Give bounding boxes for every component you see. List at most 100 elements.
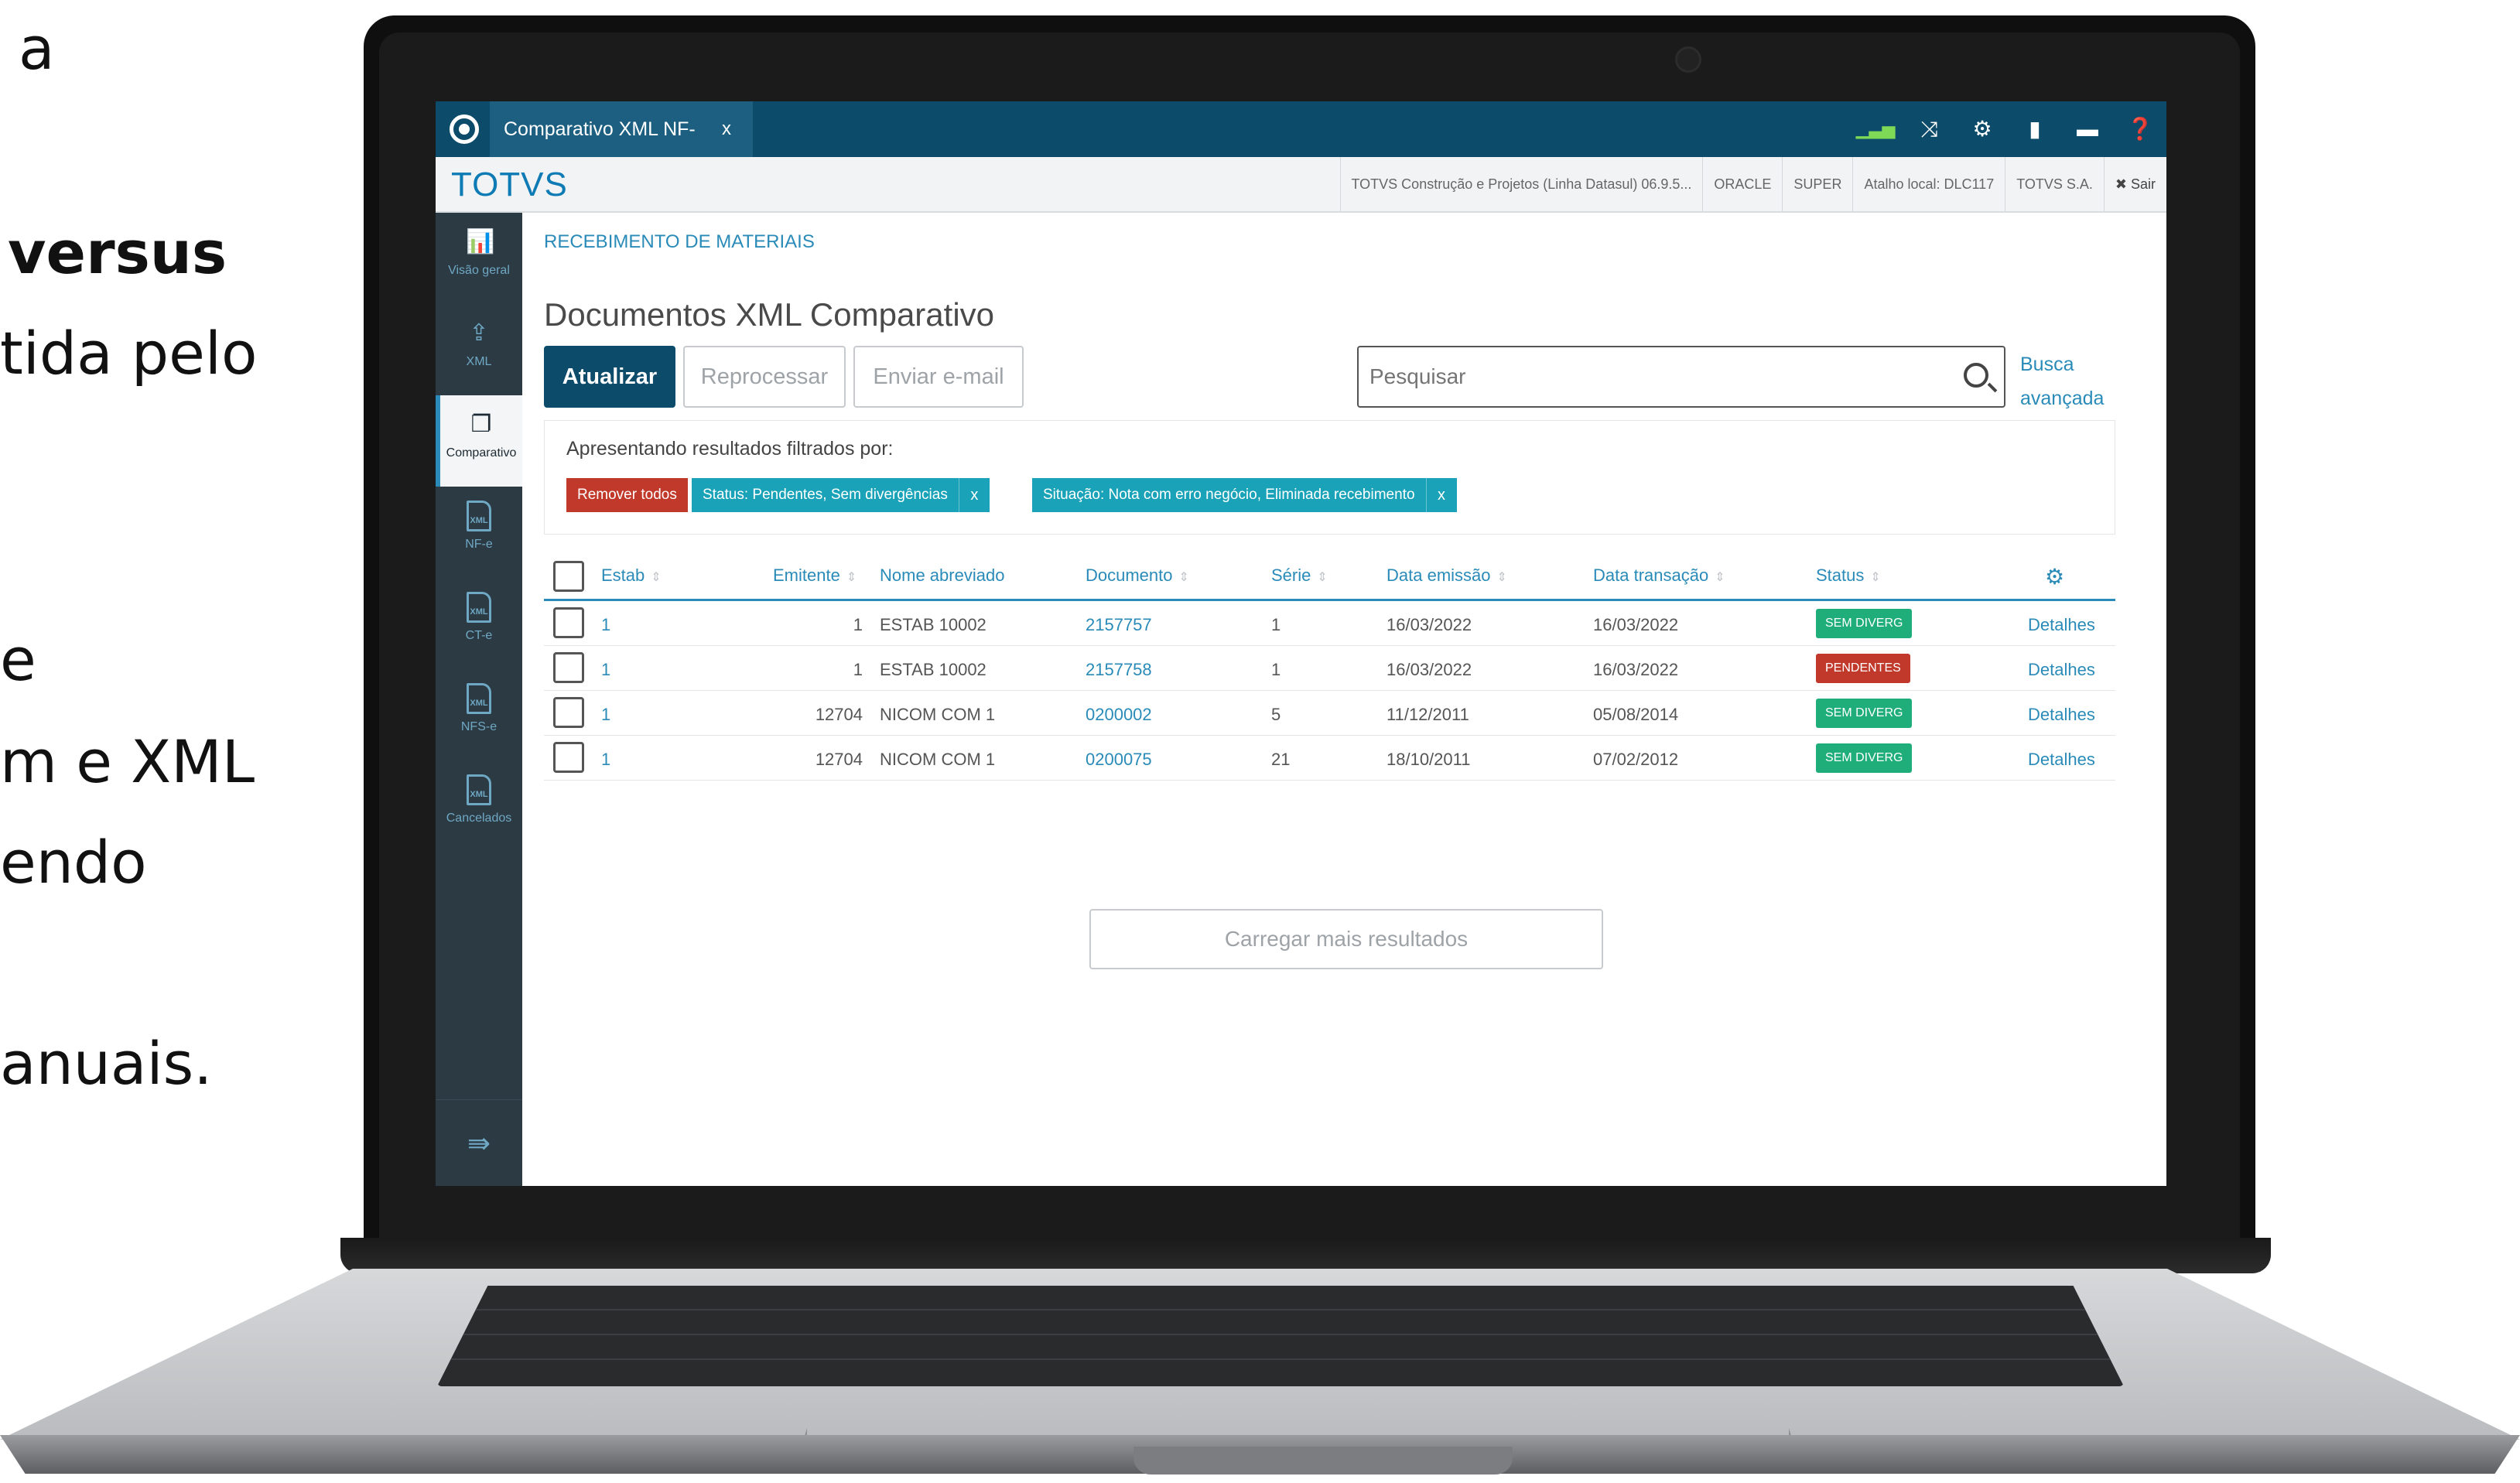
send-email-button[interactable]: Enviar e-mail <box>853 346 1024 408</box>
column-header-data-transacao[interactable]: Data transação ⇕ <box>1593 566 1725 586</box>
header-product[interactable]: TOTVS Construção e Projetos (Linha Datas… <box>1339 157 1703 211</box>
exit-button[interactable]: ✖ Sair <box>2103 157 2166 211</box>
cell-estab: 1 <box>601 750 611 769</box>
reprocess-button[interactable]: Reprocessar <box>683 346 846 408</box>
main-content: RECEBIMENTO DE MATERIAIS Documentos XML … <box>522 213 2166 1186</box>
cell-nome: NICOM COM 1 <box>880 750 996 769</box>
sidebar-item-comparativo[interactable]: ❐ Comparativo <box>436 395 522 487</box>
cell-documento-link[interactable]: 2157757 <box>1086 615 1152 635</box>
upload-document-icon: ⇪ <box>469 320 489 346</box>
cell-emitente: 1 <box>853 615 863 634</box>
sidebar-item-nfse[interactable]: XML NFS-e <box>436 669 522 760</box>
active-filters-panel: Apresentando resultados filtrados por: R… <box>544 420 2115 535</box>
advanced-search-link[interactable]: Busca avançada <box>2020 347 2105 415</box>
table-row[interactable]: 1 12704 NICOM COM 1 0200002 5 11/12/2011… <box>544 691 2115 736</box>
cell-estab: 1 <box>601 615 611 634</box>
row-checkbox[interactable] <box>553 607 584 638</box>
laptop-notch <box>1133 1447 1513 1474</box>
row-checkbox[interactable] <box>553 652 584 683</box>
side-nav: 📊 Visão geral ⇪ XML ❐ Comparativo XML NF… <box>436 213 522 1186</box>
header-context: TOTVS Construção e Projetos (Linha Datas… <box>1339 157 2167 211</box>
xml-document-icon: XML <box>467 683 491 714</box>
column-settings-gear-icon[interactable]: ⚙ <box>2045 564 2064 589</box>
column-header-documento[interactable]: Documento ⇕ <box>1086 566 1189 586</box>
row-checkbox[interactable] <box>553 742 584 773</box>
toolbar-icons: ▁▃▅ DI ⤨ ⚙ ▮ ▬ ❓ <box>1848 101 2166 194</box>
column-header-emitente[interactable]: Emitente ⇕ <box>773 566 857 586</box>
app-header: TOTVS TOTVS Construção e Projetos (Linha… <box>436 157 2166 213</box>
slide-text-line: a <box>19 14 55 83</box>
cell-data-transacao: 16/03/2022 <box>1593 660 1679 679</box>
header-user[interactable]: SUPER <box>1782 157 1852 211</box>
search-box <box>1357 346 2005 408</box>
refresh-button[interactable]: Atualizar <box>544 346 675 408</box>
details-link[interactable]: Detalhes <box>2028 750 2095 770</box>
filter-chip-label: Status: Pendentes, Sem divergências <box>703 487 948 503</box>
tab-close-icon[interactable]: x <box>722 101 731 157</box>
cell-documento-link[interactable]: 2157758 <box>1086 660 1152 680</box>
cell-nome: NICOM COM 1 <box>880 705 996 724</box>
cell-estab: 1 <box>601 705 611 724</box>
slide-text-line: e <box>0 625 36 694</box>
sidebar-item-cancelados[interactable]: XML Cancelados <box>436 760 522 852</box>
cell-nome: ESTAB 10002 <box>880 660 986 679</box>
sidebar-item-label: Visão geral <box>448 264 510 277</box>
cell-serie: 21 <box>1271 750 1291 769</box>
row-checkbox[interactable] <box>553 697 584 728</box>
cell-serie: 1 <box>1271 660 1281 679</box>
table-row[interactable]: 1 1 ESTAB 10002 2157758 1 16/03/2022 16/… <box>544 646 2115 691</box>
cell-data-transacao: 16/03/2022 <box>1593 615 1679 634</box>
tab-comparativo-xml[interactable]: Comparativo XML NF- x <box>490 101 753 157</box>
header-database[interactable]: ORACLE <box>1702 157 1782 211</box>
cell-documento-link[interactable]: 0200002 <box>1086 705 1152 725</box>
load-more-button[interactable]: Carregar mais resultados <box>1089 909 1603 969</box>
details-link[interactable]: Detalhes <box>2028 705 2095 725</box>
breadcrumb[interactable]: RECEBIMENTO DE MATERIAIS <box>544 231 815 253</box>
sidebar-item-cte[interactable]: XML CT-e <box>436 578 522 669</box>
table-row[interactable]: 1 1 ESTAB 10002 2157757 1 16/03/2022 16/… <box>544 601 2115 646</box>
sidebar-item-xml[interactable]: ⇪ XML <box>436 304 522 395</box>
sidebar-item-visao-geral[interactable]: 📊 Visão geral <box>436 213 522 304</box>
gear-icon[interactable]: ⚙ <box>1956 101 2009 157</box>
signal-icon[interactable]: ▁▃▅ DI <box>1848 101 1903 194</box>
filter-chip-label: Situação: Nota com erro negócio, Elimina… <box>1043 487 1415 503</box>
sidebar-item-label: Comparativo <box>446 446 517 460</box>
totvs-logo-icon[interactable] <box>450 114 479 144</box>
sidebar-item-nfe[interactable]: XML NF-e <box>436 487 522 578</box>
status-badge: PENDENTES <box>1816 654 1910 683</box>
collapse-menu-icon[interactable]: ⇛ <box>436 1099 522 1186</box>
help-icon[interactable]: ❓ <box>2114 101 2166 157</box>
search-input[interactable] <box>1369 347 1958 406</box>
filter-chip-situacao: Situação: Nota com erro negócio, Elimina… <box>1032 478 1457 512</box>
shuffle-icon[interactable]: ⤨ <box>1903 101 1956 157</box>
cell-estab: 1 <box>601 660 611 679</box>
details-link[interactable]: Detalhes <box>2028 615 2095 635</box>
remove-all-filters-button[interactable]: Remover todos <box>566 478 688 512</box>
header-shortcut[interactable]: Atalho local: DLC117 <box>1852 157 2005 211</box>
page-title: Documentos XML Comparativo <box>544 296 995 333</box>
cell-serie: 1 <box>1271 615 1281 634</box>
cell-data-emissao: 16/03/2022 <box>1387 615 1472 634</box>
sidebar-item-label: NF-e <box>465 538 493 551</box>
header-company[interactable]: TOTVS S.A. <box>2005 157 2104 211</box>
column-header-nome[interactable]: Nome abreviado <box>880 566 1004 586</box>
cell-documento-link[interactable]: 0200075 <box>1086 750 1152 770</box>
chat-icon[interactable]: ▬ <box>2061 101 2114 157</box>
remove-filter-icon[interactable]: x <box>1425 478 1457 512</box>
sidebar-item-label: CT-e <box>465 629 493 642</box>
select-all-checkbox[interactable] <box>553 561 584 592</box>
remove-filter-icon[interactable]: x <box>958 478 990 512</box>
column-header-serie[interactable]: Série ⇕ <box>1271 566 1328 586</box>
status-badge: SEM DIVERG <box>1816 609 1913 638</box>
cell-data-emissao: 11/12/2011 <box>1387 705 1469 724</box>
column-header-status[interactable]: Status ⇕ <box>1816 566 1881 586</box>
search-icon[interactable] <box>1964 363 1988 388</box>
document-icon[interactable]: ▮ <box>2009 101 2061 157</box>
column-header-estab[interactable]: Estab ⇕ <box>601 566 662 586</box>
column-header-data-emissao[interactable]: Data emissão ⇕ <box>1387 566 1507 586</box>
table-header: Estab ⇕ Emitente ⇕ Nome abreviado Document… <box>544 553 2115 601</box>
table-row[interactable]: 1 12704 NICOM COM 1 0200075 21 18/10/201… <box>544 736 2115 781</box>
details-link[interactable]: Detalhes <box>2028 660 2095 680</box>
cell-emitente: 12704 <box>815 705 863 724</box>
chart-icon: 📊 <box>466 229 495 255</box>
